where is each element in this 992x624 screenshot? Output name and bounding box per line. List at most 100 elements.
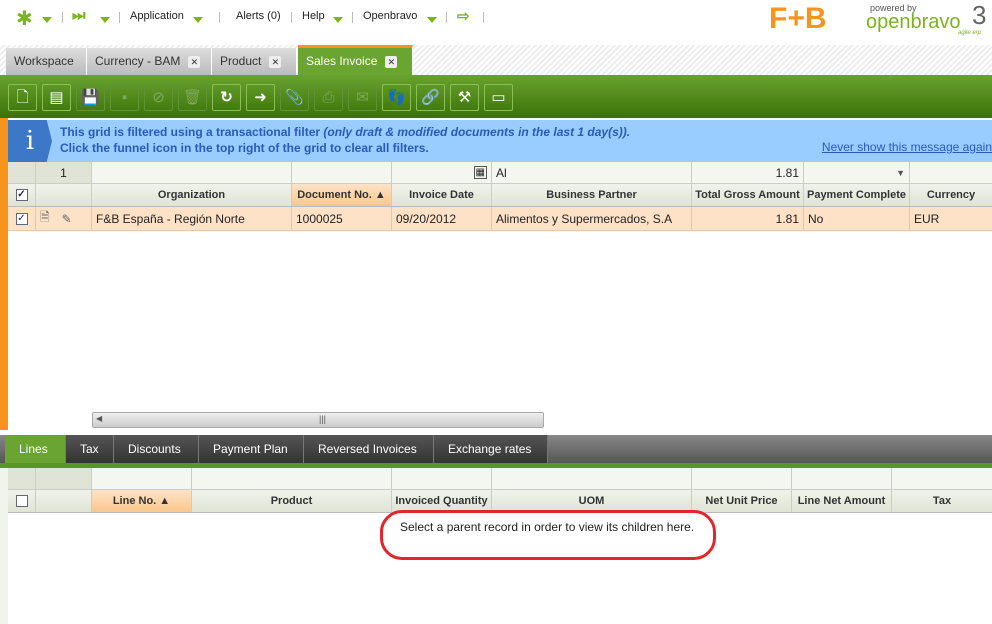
- document-icon[interactable]: 🗎: [40, 208, 50, 229]
- chevron-down-icon[interactable]: [42, 14, 52, 26]
- alerts-link[interactable]: Alerts (0): [236, 10, 281, 22]
- close-icon[interactable]: ✕: [188, 56, 201, 68]
- subtab-lines[interactable]: Lines: [5, 435, 66, 463]
- logout-icon[interactable]: ⇨: [457, 7, 470, 25]
- uom-filter[interactable]: [492, 468, 692, 489]
- cell-organization: F&B España - Región Norte: [92, 207, 292, 230]
- business-partner-filter[interactable]: Al: [492, 162, 692, 183]
- select-all-checkbox[interactable]: ✓: [8, 184, 36, 206]
- scroll-thumb-grip[interactable]: |||: [319, 414, 326, 424]
- tab-label: Sales Invoice: [306, 54, 378, 68]
- payment-complete-filter[interactable]: ▼: [804, 162, 910, 183]
- save-close-button[interactable]: ▪: [110, 84, 139, 111]
- header-actions: [36, 490, 92, 512]
- never-show-link[interactable]: Never show this message again: [822, 140, 992, 154]
- invoice-date-filter[interactable]: ▦: [392, 162, 492, 183]
- link-button[interactable]: 🔗: [416, 84, 445, 111]
- openbravo-logo: openbravo: [866, 11, 961, 33]
- child-section-border: [0, 468, 8, 624]
- grid-header: ✓ Organization Document No. ▲ Invoice Da…: [8, 184, 992, 207]
- header-organization[interactable]: Organization: [92, 184, 292, 206]
- chevron-down-icon[interactable]: ▼: [896, 168, 905, 178]
- header-total-gross[interactable]: Total Gross Amount: [692, 184, 804, 206]
- tab-workspace[interactable]: Workspace: [6, 48, 87, 75]
- chevron-down-icon[interactable]: [427, 14, 437, 26]
- application-menu[interactable]: Application: [130, 10, 184, 22]
- tax-filter[interactable]: [892, 468, 992, 489]
- info-text: This grid is filtered using a transactio…: [60, 125, 324, 139]
- subtab-payment-plan[interactable]: Payment Plan: [199, 435, 304, 463]
- filter-cell: [36, 468, 92, 489]
- tab-currency-bam[interactable]: Currency - BAM ✕: [87, 48, 212, 75]
- quick-launch-icon[interactable]: ✱: [16, 6, 33, 31]
- header-currency[interactable]: Currency: [910, 184, 992, 206]
- attach-button[interactable]: 📎: [280, 84, 309, 111]
- header-product[interactable]: Product: [192, 490, 392, 512]
- top-navigation: ✱ ⏭ Application Alerts (0) Help Openbrav…: [0, 0, 992, 40]
- subtab-tax[interactable]: Tax: [66, 435, 114, 463]
- tab-sales-invoice[interactable]: Sales Invoice ✕: [298, 45, 413, 75]
- print-button[interactable]: ⎙: [314, 84, 343, 111]
- chevron-down-icon[interactable]: [333, 14, 343, 26]
- user-menu[interactable]: Openbravo: [363, 10, 417, 22]
- info-icon: i: [8, 120, 52, 162]
- line-net-amount-filter[interactable]: [792, 468, 892, 489]
- email-button[interactable]: ✉: [348, 84, 377, 111]
- header-label: Document No.: [297, 189, 372, 201]
- cancel-button[interactable]: ⊘: [144, 84, 173, 111]
- close-icon[interactable]: ✕: [385, 56, 398, 68]
- header-invoiced-quantity[interactable]: Invoiced Quantity: [392, 490, 492, 512]
- product-filter[interactable]: [192, 468, 392, 489]
- cell-document-no: 1000025: [292, 207, 392, 230]
- select-all-checkbox[interactable]: [8, 490, 36, 512]
- highlight-annotation: [380, 510, 716, 560]
- subtab-reversed-invoices[interactable]: Reversed Invoices: [304, 435, 434, 463]
- row-checkbox[interactable]: ✓: [8, 207, 36, 230]
- header-payment-complete[interactable]: Payment Complete: [804, 184, 910, 206]
- help-menu[interactable]: Help: [302, 10, 325, 22]
- header-line-net-amount[interactable]: Line Net Amount: [792, 490, 892, 512]
- header-document-no[interactable]: Document No. ▲: [292, 184, 392, 206]
- net-unit-price-filter[interactable]: [692, 468, 792, 489]
- info-text-emphasis: (only draft & modified documents in the …: [323, 125, 631, 139]
- chevron-down-icon[interactable]: [100, 14, 110, 26]
- edit-pencil-icon[interactable]: ✎: [62, 212, 72, 226]
- scroll-left-icon[interactable]: ◀: [96, 414, 102, 423]
- header-net-unit-price[interactable]: Net Unit Price: [692, 490, 792, 512]
- horizontal-scrollbar[interactable]: ◀ |||: [92, 412, 544, 428]
- export-button[interactable]: ➜: [246, 84, 275, 111]
- toolbar: 🗋 ▤ 💾 ▪ ⊘ 🗑 ↻ ➜ 📎 ⎙ ✉ 👣 🔗 ⚒ ▭: [0, 75, 992, 118]
- audit-trail-button[interactable]: 👣: [382, 84, 411, 111]
- tab-label: Product: [220, 54, 262, 68]
- close-icon[interactable]: ✕: [269, 56, 282, 68]
- new-document-button[interactable]: 🗋: [8, 84, 37, 111]
- document-no-filter[interactable]: [292, 162, 392, 183]
- header-uom[interactable]: UOM: [492, 490, 692, 512]
- layout-button[interactable]: ▭: [484, 84, 513, 111]
- tab-product[interactable]: Product ✕: [212, 48, 297, 75]
- header-invoice-date[interactable]: Invoice Date: [392, 184, 492, 206]
- customize-grid-button[interactable]: ⚒: [450, 84, 479, 111]
- tab-label: Currency - BAM: [95, 54, 181, 68]
- header-business-partner[interactable]: Business Partner: [492, 184, 692, 206]
- header-label: Line No.: [112, 495, 157, 507]
- chevron-down-icon[interactable]: [193, 14, 203, 26]
- organization-filter[interactable]: [92, 162, 292, 183]
- filter-cell: [8, 468, 36, 489]
- subtab-exchange-rates[interactable]: Exchange rates: [434, 435, 548, 463]
- delete-button[interactable]: 🗑: [178, 84, 207, 111]
- calendar-icon[interactable]: ▦: [473, 166, 487, 179]
- header-tax[interactable]: Tax: [892, 490, 992, 512]
- table-row[interactable]: ✓ 🗎 ✎ F&B España - Región Norte 1000025 0…: [8, 207, 992, 231]
- new-row-button[interactable]: ▤: [42, 84, 71, 111]
- invoiced-qty-filter[interactable]: [392, 468, 492, 489]
- save-button[interactable]: 💾: [76, 84, 105, 111]
- fast-forward-icon[interactable]: ⏭: [72, 7, 86, 24]
- refresh-button[interactable]: ↻: [212, 84, 241, 111]
- line-no-filter[interactable]: [92, 468, 192, 489]
- subtab-discounts[interactable]: Discounts: [114, 435, 199, 463]
- sort-ascending-icon: ▲: [156, 495, 171, 507]
- total-gross-filter[interactable]: 1.81: [692, 162, 804, 183]
- header-line-no[interactable]: Line No. ▲: [92, 490, 192, 512]
- currency-filter[interactable]: [910, 162, 992, 183]
